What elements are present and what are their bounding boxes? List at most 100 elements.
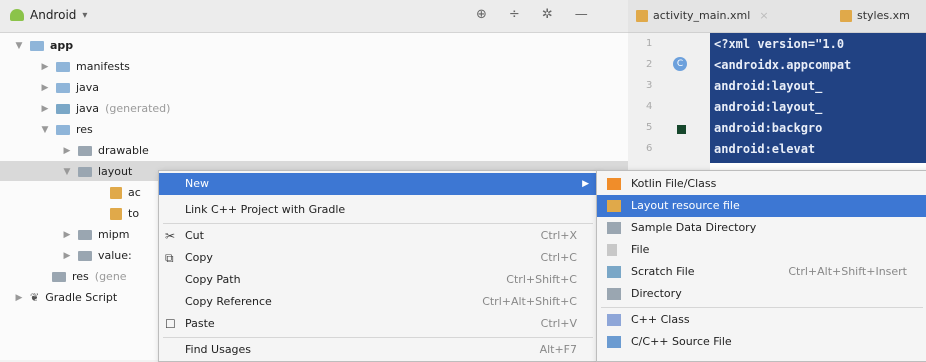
menu-item-scratch-file[interactable]: Scratch File Ctrl+Alt+Shift+Insert [597,261,926,283]
tree-label: app [50,39,74,52]
cpp-class-icon [607,314,621,326]
code-line: <?xml version="1.0 [714,37,845,51]
expanded-arrow-icon: ▼ [41,125,49,135]
tab-activity-main[interactable]: activity_main.xml × [636,6,769,26]
menu-item-cpp-source-file[interactable]: C/C++ Source File [597,331,926,353]
android-icon [10,9,24,21]
folder-icon [78,230,92,240]
tree-label: mipm [98,228,130,241]
menu-item-copy-path[interactable]: Copy Path Ctrl+Shift+C [159,269,597,291]
tree-label: ac [128,186,141,199]
tree-label: Gradle Script [45,291,118,304]
menu-separator [163,337,593,338]
menu-item-new[interactable]: New ▶ [159,173,597,195]
tree-item-manifests[interactable]: ▶ manifests [40,57,130,77]
tree-item-java[interactable]: ▶ java [40,78,100,98]
code-line: <androidx.appcompat [714,58,852,72]
menu-item-label: File [631,243,650,256]
menu-item-sample-data-directory[interactable]: Sample Data Directory [597,217,926,239]
menu-item-kotlin-file[interactable]: Kotlin File/Class [597,173,926,195]
menu-item-label: Copy Reference [185,295,272,308]
menu-item-cpp-class[interactable]: C++ Class [597,309,926,331]
editor-tab-bar: activity_main.xml × styles.xm [628,0,926,33]
color-swatch-icon[interactable] [677,125,686,134]
gear-icon[interactable]: ✲ [542,7,553,22]
clipboard-icon: ☐ [165,317,176,331]
tab-label: styles.xm [857,9,910,22]
project-view-label: Android [30,8,77,22]
code-line: android:elevat [714,142,816,156]
folder-icon [52,272,66,282]
tree-item-drawable[interactable]: ▶ drawable [62,141,149,161]
collapse-all-icon[interactable]: ÷ [509,7,520,22]
line-number: 2 [646,59,653,70]
folder-icon [607,288,621,300]
menu-item-shortcut: Ctrl+V [540,317,577,330]
tree-item-gradle-scripts[interactable]: ▶ ❦ Gradle Script [14,288,118,308]
menu-item-label: Find Usages [185,343,252,356]
tree-label: res [76,123,93,136]
tree-item-activity-main[interactable]: ac [110,183,141,203]
menu-item-label: Copy Path [185,273,241,286]
tree-item-app[interactable]: ▼ app [14,36,74,56]
line-number: 4 [646,101,653,112]
code-line: android:layout_ [714,79,823,93]
menu-item-directory[interactable]: Directory [597,283,926,305]
code-line: android:layout_ [714,100,823,114]
menu-item-label: Kotlin File/Class [631,177,717,190]
tab-label: activity_main.xml [653,9,751,22]
project-view-selector[interactable]: Android ▾ [10,8,87,22]
tree-label: res [72,270,89,283]
xml-file-icon [636,10,648,22]
menu-item-copy[interactable]: ⧉ Copy Ctrl+C [159,247,597,269]
expanded-arrow-icon: ▼ [63,167,71,177]
class-badge-icon[interactable]: C [673,57,687,71]
sync-scroll-icon[interactable]: ⊕ [476,7,487,22]
code-line: android:backgro [714,121,823,135]
line-number: 6 [646,143,653,154]
folder-icon [607,222,621,234]
folder-icon [78,146,92,156]
menu-item-label: C/C++ Source File [631,335,732,348]
menu-item-shortcut: Ctrl+Alt+Shift+Insert [788,265,907,278]
cpp-source-icon [607,336,621,348]
menu-item-shortcut: Alt+F7 [539,343,577,356]
code-editor-selection[interactable]: <?xml version="1.0 <androidx.appcompat a… [710,33,926,163]
tree-label: java [76,102,100,115]
menu-item-file[interactable]: File [597,239,926,261]
scissors-icon: ✂ [165,229,176,243]
tree-label: to [128,207,140,220]
minimize-icon[interactable]: — [575,7,588,22]
menu-item-layout-resource-file[interactable]: Layout resource file [597,195,926,217]
menu-item-label: Cut [185,229,204,242]
tab-styles[interactable]: styles.xm [840,6,910,26]
copy-icon: ⧉ [165,251,174,265]
tree-label: value: [98,249,132,262]
menu-item-find-usages[interactable]: Find Usages Alt+F7 [159,339,597,361]
line-number: 3 [646,80,653,91]
tree-item-res-generated[interactable]: res (gene [52,267,127,287]
xml-file-icon [840,10,852,22]
menu-item-link-cpp[interactable]: Link C++ Project with Gradle [159,199,597,221]
tree-item-values[interactable]: ▶ value: [62,246,132,266]
tree-item-mipmap[interactable]: ▶ mipm [62,225,130,245]
menu-item-paste[interactable]: ☐ Paste Ctrl+V [159,313,597,335]
tree-item-toolbar[interactable]: to [110,204,139,224]
menu-item-cut[interactable]: ✂ Cut Ctrl+X [159,225,597,247]
menu-item-shortcut: Ctrl+Shift+C [506,273,577,286]
collapsed-arrow-icon: ▶ [41,62,49,72]
xml-file-icon [110,187,122,199]
tree-item-java-generated[interactable]: ▶ java (generated) [40,99,171,119]
folder-icon [78,251,92,261]
menu-item-copy-reference[interactable]: Copy Reference Ctrl+Alt+Shift+C [159,291,597,313]
menu-separator [163,223,593,224]
tree-item-res[interactable]: ▼ res [40,120,93,140]
scratch-file-icon [607,266,621,278]
tree-label-suffix: (gene [94,270,127,283]
folder-icon [56,125,70,135]
tree-item-layout[interactable]: ▼ layout [62,162,133,182]
close-icon[interactable]: × [759,6,768,26]
tree-label: java [76,81,100,94]
context-menu: New ▶ Link C++ Project with Gradle ✂ Cut… [158,170,598,362]
module-folder-icon [30,41,44,51]
